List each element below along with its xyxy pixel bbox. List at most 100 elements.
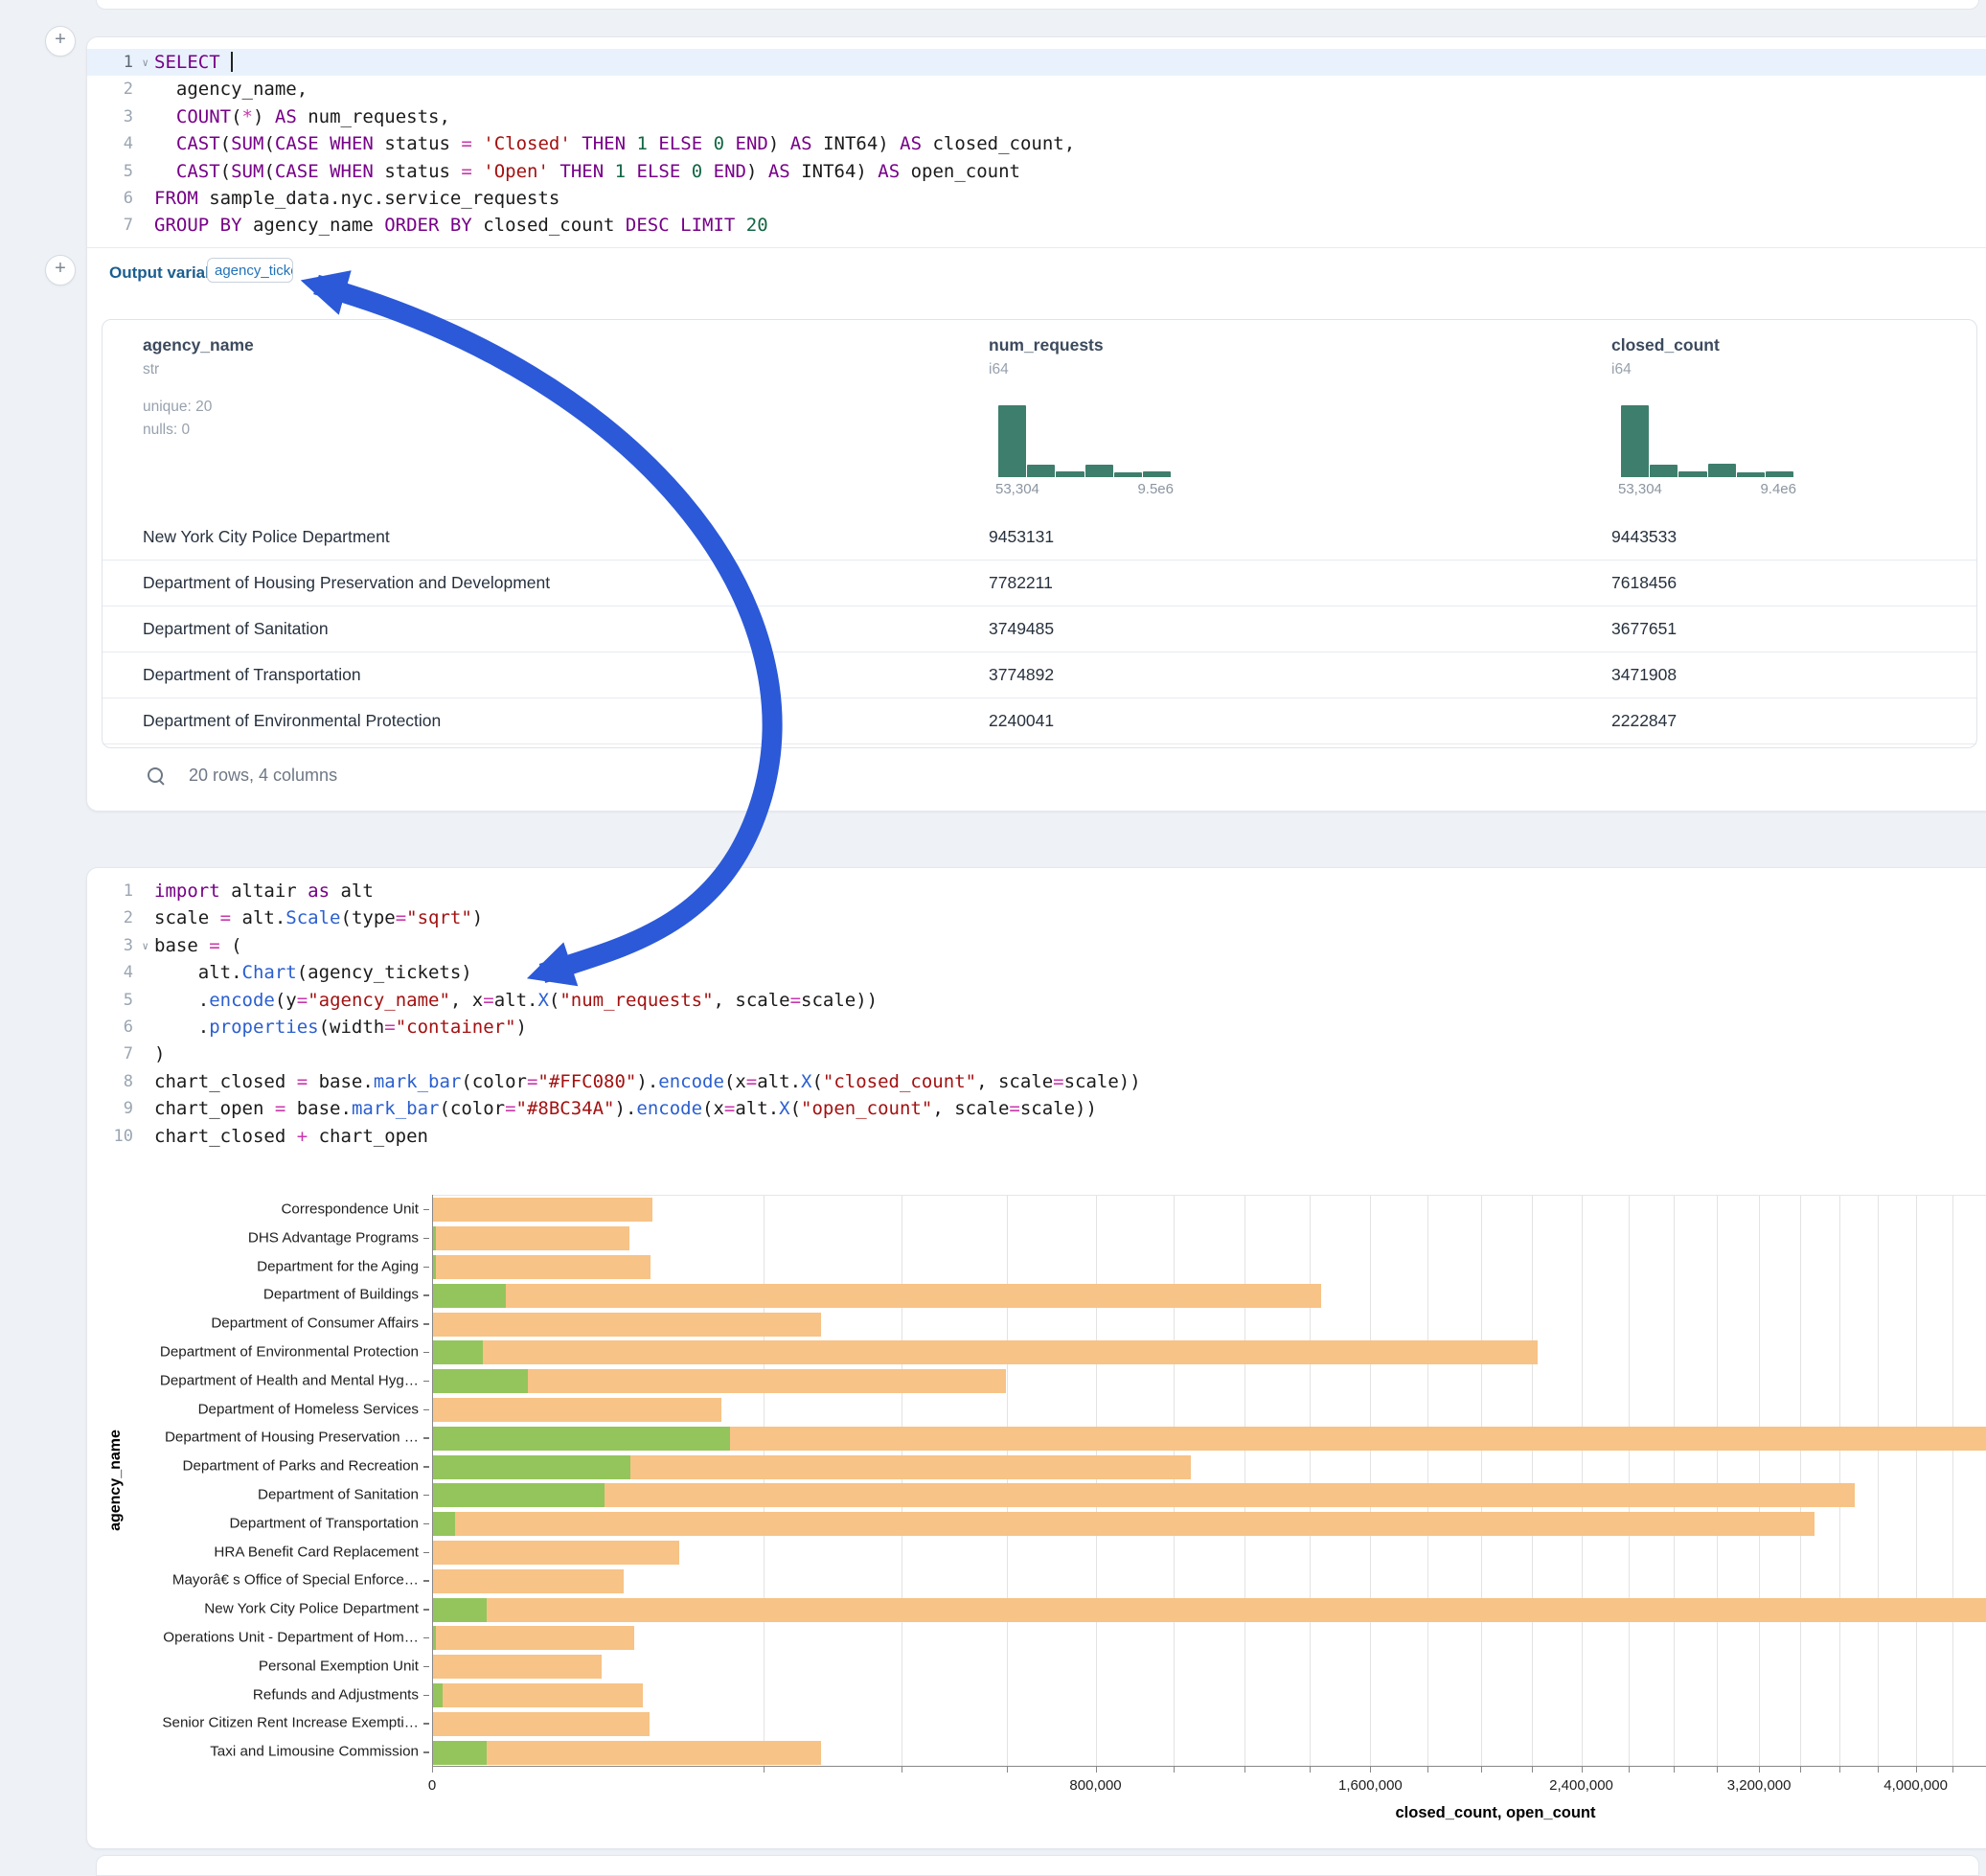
- bar-closed-count[interactable]: [432, 1340, 1538, 1364]
- gridline: [1481, 1196, 1482, 1767]
- y-axis-label: Department of Housing Preservation …: [87, 1430, 419, 1446]
- bar-closed-count[interactable]: [432, 1626, 634, 1650]
- bar-closed-count[interactable]: [432, 1398, 721, 1422]
- column-header-agency_name[interactable]: agency_namestrunique: 20nulls: 0: [143, 335, 254, 442]
- python-line-8[interactable]: 8chart_closed = base.mark_bar(color="#FF…: [87, 1068, 1986, 1095]
- line-number: 7: [87, 212, 141, 239]
- table-row[interactable]: Department of Transportation377489234719…: [103, 652, 1976, 698]
- y-tick: [423, 1751, 429, 1753]
- sql-line-6[interactable]: 6FROM sample_data.nyc.service_requests: [87, 185, 1986, 212]
- bar-open-count[interactable]: [432, 1455, 630, 1479]
- python-line-4[interactable]: 4 alt.Chart(agency_tickets): [87, 959, 1986, 986]
- table-row[interactable]: New York City Police Department945313194…: [103, 514, 1976, 561]
- output-variable-pill[interactable]: agency_tickets: [207, 258, 293, 283]
- table-row[interactable]: Department of Housing Preservation and D…: [103, 560, 1976, 606]
- bar-closed-count[interactable]: [432, 1512, 1815, 1536]
- line-number: 4: [87, 130, 141, 157]
- sql-line-5[interactable]: 5 CAST(SUM(CASE WHEN status = 'Open' THE…: [87, 158, 1986, 185]
- python-line-6[interactable]: 6 .properties(width="container"): [87, 1014, 1986, 1041]
- bar-closed-count[interactable]: [432, 1255, 651, 1279]
- y-tick: [423, 1238, 429, 1240]
- bar-closed-count[interactable]: [432, 1655, 602, 1679]
- y-tick: [423, 1267, 429, 1269]
- bar-open-count[interactable]: [432, 1483, 605, 1507]
- bar-open-count[interactable]: [432, 1683, 443, 1707]
- gridline: [1427, 1196, 1428, 1767]
- x-tick: [1427, 1766, 1428, 1773]
- y-axis-title: agency_name: [107, 1430, 125, 1531]
- code-text: agency_name,: [141, 76, 308, 103]
- add-cell-button-middle[interactable]: +: [45, 255, 76, 286]
- table-row[interactable]: Department of Sanitation37494853677651: [103, 606, 1976, 652]
- code-text: chart_closed + chart_open: [141, 1123, 428, 1150]
- line-number: 5: [87, 987, 141, 1014]
- gridline: [1878, 1196, 1879, 1767]
- sql-editor[interactable]: 1∨SELECT 2 agency_name,3 COUNT(*) AS num…: [87, 49, 1986, 240]
- fold-chevron-icon[interactable]: ∨: [142, 933, 148, 960]
- x-tick: [1481, 1766, 1482, 1773]
- python-line-2[interactable]: 2scale = alt.Scale(type="sqrt"): [87, 904, 1986, 931]
- table-cell: 7782211: [989, 560, 1053, 606]
- y-axis-label: New York City Police Department: [87, 1601, 419, 1617]
- add-cell-button-top[interactable]: +: [45, 26, 76, 57]
- python-editor[interactable]: 1import altair as alt2scale = alt.Scale(…: [87, 878, 1986, 1150]
- bar-closed-count[interactable]: [432, 1313, 821, 1337]
- line-number: 3: [87, 103, 141, 130]
- x-tick: [1839, 1766, 1840, 1773]
- gridline: [1096, 1196, 1097, 1767]
- sql-line-2[interactable]: 2 agency_name,: [87, 76, 1986, 103]
- python-line-7[interactable]: 7): [87, 1041, 1986, 1067]
- python-line-5[interactable]: 5 .encode(y="agency_name", x=alt.X("num_…: [87, 987, 1986, 1014]
- gridline: [1532, 1196, 1533, 1767]
- x-tick: [1582, 1766, 1583, 1773]
- gridline: [1759, 1196, 1760, 1767]
- x-tick: [1310, 1766, 1311, 1773]
- bar-closed-count[interactable]: [432, 1483, 1855, 1507]
- bar-closed-count[interactable]: [432, 1226, 629, 1250]
- bar-closed-count[interactable]: [432, 1198, 652, 1222]
- bar-open-count[interactable]: [432, 1512, 455, 1536]
- y-tick: [423, 1695, 429, 1697]
- histogram-range-labels: 53,3049.5e6: [995, 481, 1174, 497]
- y-tick: [423, 1381, 429, 1383]
- table-cell: Department of Transportation: [143, 652, 361, 698]
- sql-line-3[interactable]: 3 COUNT(*) AS num_requests,: [87, 103, 1986, 130]
- bar-closed-count[interactable]: [432, 1284, 1321, 1308]
- bar-closed-count[interactable]: [432, 1741, 821, 1765]
- gridline: [1800, 1196, 1801, 1767]
- bar-open-count[interactable]: [432, 1598, 487, 1622]
- python-line-9[interactable]: 9chart_open = base.mark_bar(color="#8BC3…: [87, 1095, 1986, 1122]
- previous-cell-edge: [96, 0, 1979, 10]
- bar-open-count[interactable]: [432, 1284, 506, 1308]
- line-number: 5: [87, 158, 141, 185]
- sql-line-1[interactable]: 1∨SELECT: [87, 49, 1986, 76]
- histogram-range-labels: 53,3049.4e6: [1618, 481, 1796, 497]
- bar-closed-count[interactable]: [432, 1541, 679, 1565]
- table-cell: 3749485: [989, 606, 1054, 652]
- x-tick: [432, 1766, 433, 1773]
- table-row[interactable]: Department of Environmental Protection22…: [103, 698, 1976, 744]
- search-icon[interactable]: [147, 766, 166, 786]
- sql-line-7[interactable]: 7GROUP BY agency_name ORDER BY closed_co…: [87, 212, 1986, 239]
- python-line-10[interactable]: 10chart_closed + chart_open: [87, 1123, 1986, 1150]
- bar-open-count[interactable]: [432, 1369, 528, 1393]
- bar-closed-count[interactable]: [432, 1569, 624, 1593]
- bar-open-count[interactable]: [432, 1741, 487, 1765]
- bar-closed-count[interactable]: [432, 1683, 643, 1707]
- sql-line-4[interactable]: 4 CAST(SUM(CASE WHEN status = 'Closed' T…: [87, 130, 1986, 157]
- column-header-num_requests[interactable]: num_requestsi64: [989, 335, 1104, 378]
- python-line-3[interactable]: 3∨base = (: [87, 932, 1986, 959]
- bar-closed-count[interactable]: [432, 1712, 650, 1736]
- bar-open-count[interactable]: [432, 1340, 483, 1364]
- code-text: chart_open = base.mark_bar(color="#8BC34…: [141, 1095, 1097, 1122]
- x-tick: [1096, 1766, 1097, 1773]
- y-tick: [423, 1323, 429, 1325]
- x-tick: [1759, 1766, 1760, 1773]
- fold-chevron-icon[interactable]: ∨: [142, 50, 148, 77]
- bar-open-count[interactable]: [432, 1427, 730, 1451]
- bar-closed-count[interactable]: [432, 1598, 1986, 1622]
- code-text: .encode(y="agency_name", x=alt.X("num_re…: [141, 987, 878, 1014]
- line-number: 10: [87, 1123, 141, 1150]
- column-header-closed_count[interactable]: closed_counti64: [1611, 335, 1720, 378]
- python-line-1[interactable]: 1import altair as alt: [87, 878, 1986, 904]
